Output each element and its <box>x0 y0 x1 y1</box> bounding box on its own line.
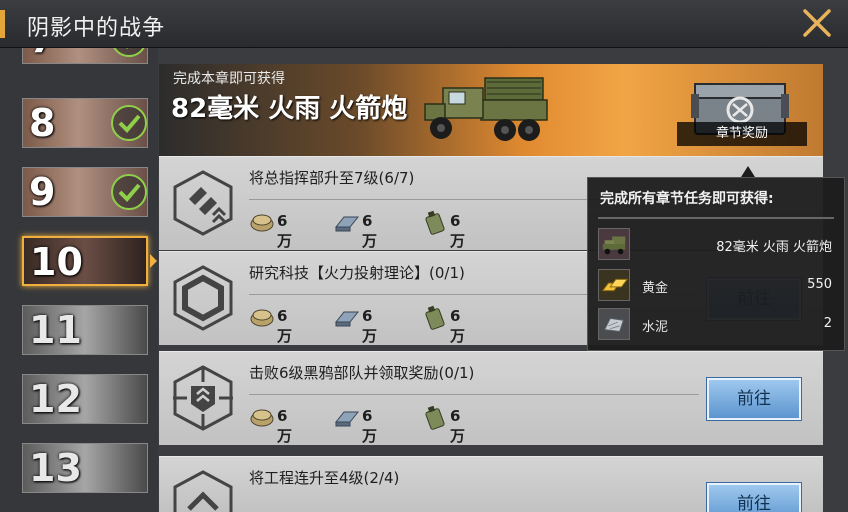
chapter-item-11[interactable]: 11 <box>22 305 148 355</box>
tooltip-item: 82毫米 火雨 火箭炮 <box>598 228 836 260</box>
iron-icon <box>334 311 360 327</box>
divider <box>598 217 834 219</box>
tooltip-item-name: 黄金 <box>642 281 669 296</box>
close-button[interactable] <box>800 6 834 40</box>
reward-value: 6万 <box>450 307 466 345</box>
chapter-number: 12 <box>29 377 82 421</box>
chapter-number: 9 <box>29 170 56 214</box>
task-title: 击败6级黑鸦部队并领取奖励(0/1) <box>249 364 475 382</box>
reward-value: 6万 <box>362 407 378 445</box>
banner-title: 82毫米 火雨 火箭炮 <box>171 94 408 124</box>
chapter-number: 8 <box>29 101 56 145</box>
chapter-number: 10 <box>30 240 83 284</box>
tooltip-caret <box>741 166 755 177</box>
check-icon <box>111 48 147 57</box>
active-chapter-indicator <box>150 254 157 268</box>
tooltip-item-value: 82毫米 火雨 火箭炮 <box>716 240 832 255</box>
tooltip-item-value: 550 <box>807 277 832 292</box>
task-title: 将工程连升至4级(2/4) <box>249 469 400 487</box>
reward-value: 6万 <box>362 307 378 345</box>
check-icon <box>111 105 147 141</box>
task-row: 将工程连升至4级(2/4) 前往 <box>159 456 823 512</box>
chapter-number: 13 <box>29 446 82 490</box>
rank-upgrade-icon <box>173 170 233 236</box>
chapter-item-10[interactable]: 10 <box>22 236 148 286</box>
chapter-number: 11 <box>29 308 82 352</box>
food-icon <box>250 214 274 232</box>
chapter-item-7[interactable]: 7 <box>22 48 148 64</box>
task-row: 击败6级黑鸦部队并领取奖励(0/1) 6万 6万 6万 前往 <box>159 351 823 445</box>
task-title: 研究科技【火力投射理论】(0/1) <box>249 264 465 282</box>
chapter-item-9[interactable]: 9 <box>22 167 148 217</box>
gold-bars-icon <box>598 269 630 301</box>
iron-icon <box>334 216 360 232</box>
tooltip-item: 水泥 2 <box>598 308 836 340</box>
rocket-truck-icon <box>598 228 630 260</box>
chapter-reward-banner: 完成本章即可获得 82毫米 火雨 火箭炮 章节奖励 <box>159 64 823 156</box>
check-icon <box>111 174 147 210</box>
chapter-list[interactable]: 7 8 9 10 11 12 13 <box>0 48 158 512</box>
go-button[interactable]: 前往 <box>707 483 801 512</box>
close-icon <box>803 9 831 37</box>
reward-value: 6万 <box>450 407 466 445</box>
reward-value: 6万 <box>362 212 378 250</box>
food-icon <box>250 309 274 327</box>
reward-value: 6万 <box>277 212 293 250</box>
reward-value: 6万 <box>277 407 293 445</box>
oil-icon <box>425 405 445 430</box>
engineer-icon <box>173 470 233 512</box>
research-icon <box>173 265 233 331</box>
oil-icon <box>425 305 445 330</box>
chapter-item-13[interactable]: 13 <box>22 443 148 493</box>
reward-value: 6万 <box>450 212 466 250</box>
food-icon <box>250 409 274 427</box>
chapter-item-8[interactable]: 8 <box>22 98 148 148</box>
chapter-reward-label: 章节奖励 <box>677 122 807 146</box>
banner-subtitle: 完成本章即可获得 <box>173 71 285 87</box>
chapter-item-12[interactable]: 12 <box>22 374 148 424</box>
reward-tooltip: 完成所有章节任务即可获得: 82毫米 火雨 火箭炮 黄金 550 水泥 2 <box>587 177 845 351</box>
rocket-truck-icon <box>424 77 548 141</box>
task-title: 将总指挥部升至7级(6/7) <box>249 169 415 187</box>
reward-value: 6万 <box>277 307 293 345</box>
oil-icon <box>425 210 445 235</box>
crosshair-shield-icon <box>173 365 233 431</box>
tooltip-item-name: 水泥 <box>642 320 669 335</box>
go-button[interactable]: 前往 <box>707 378 801 420</box>
tooltip-item-value: 2 <box>823 316 832 331</box>
iron-icon <box>334 411 360 427</box>
tooltip-heading: 完成所有章节任务即可获得: <box>600 191 774 207</box>
cement-icon <box>598 308 630 340</box>
chapter-number: 7 <box>29 48 55 61</box>
divider <box>249 394 699 395</box>
tooltip-item: 黄金 550 <box>598 269 836 301</box>
title-accent <box>0 10 5 38</box>
page-title: 阴影中的战争 <box>27 16 166 41</box>
title-bar: 阴影中的战争 <box>0 0 848 48</box>
